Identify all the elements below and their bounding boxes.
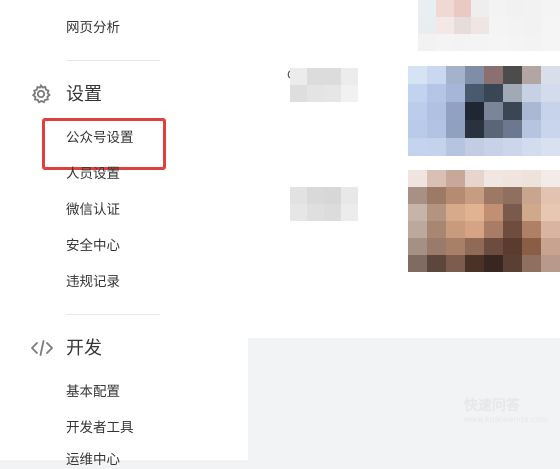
pixelated-label <box>290 187 358 221</box>
watermark-url: www.kuaiwenda.com <box>463 415 548 424</box>
sidebar-item-ops-center[interactable]: 运维中心 <box>66 451 120 469</box>
section-title-development: 开发 <box>66 338 102 359</box>
sidebar-item-violation-records[interactable]: 违规记录 <box>66 273 120 291</box>
watermark-text: 快速问答 <box>463 398 520 414</box>
divider <box>66 314 160 315</box>
pixelated-label <box>290 68 358 102</box>
sidebar-item-developer-tools[interactable]: 开发者工具 <box>66 419 134 437</box>
pixelated-image-2 <box>408 170 560 272</box>
sidebar-item-member-settings[interactable]: 人员设置 <box>66 165 120 183</box>
pixelated-image-top <box>418 0 560 51</box>
code-icon <box>30 338 54 362</box>
sidebar-item-basic-config[interactable]: 基本配置 <box>66 383 120 401</box>
section-title-settings: 设置 <box>66 84 102 105</box>
divider <box>66 60 160 61</box>
watermark: 快速问答 www.kuaiwenda.com <box>464 395 548 424</box>
sidebar-item-security-center[interactable]: 安全中心 <box>66 237 120 255</box>
gear-icon <box>30 83 52 109</box>
sidebar: 网页分析 设置 公众号设置 人员设置 微信认证 安全中心 违规记录 开发 基本配… <box>0 0 248 468</box>
pixelated-image-1 <box>408 66 560 156</box>
highlight-annotation <box>42 118 166 170</box>
sidebar-item-wechat-verification[interactable]: 微信认证 <box>66 201 120 219</box>
sidebar-item-web-analytics[interactable]: 网页分析 <box>66 19 120 37</box>
